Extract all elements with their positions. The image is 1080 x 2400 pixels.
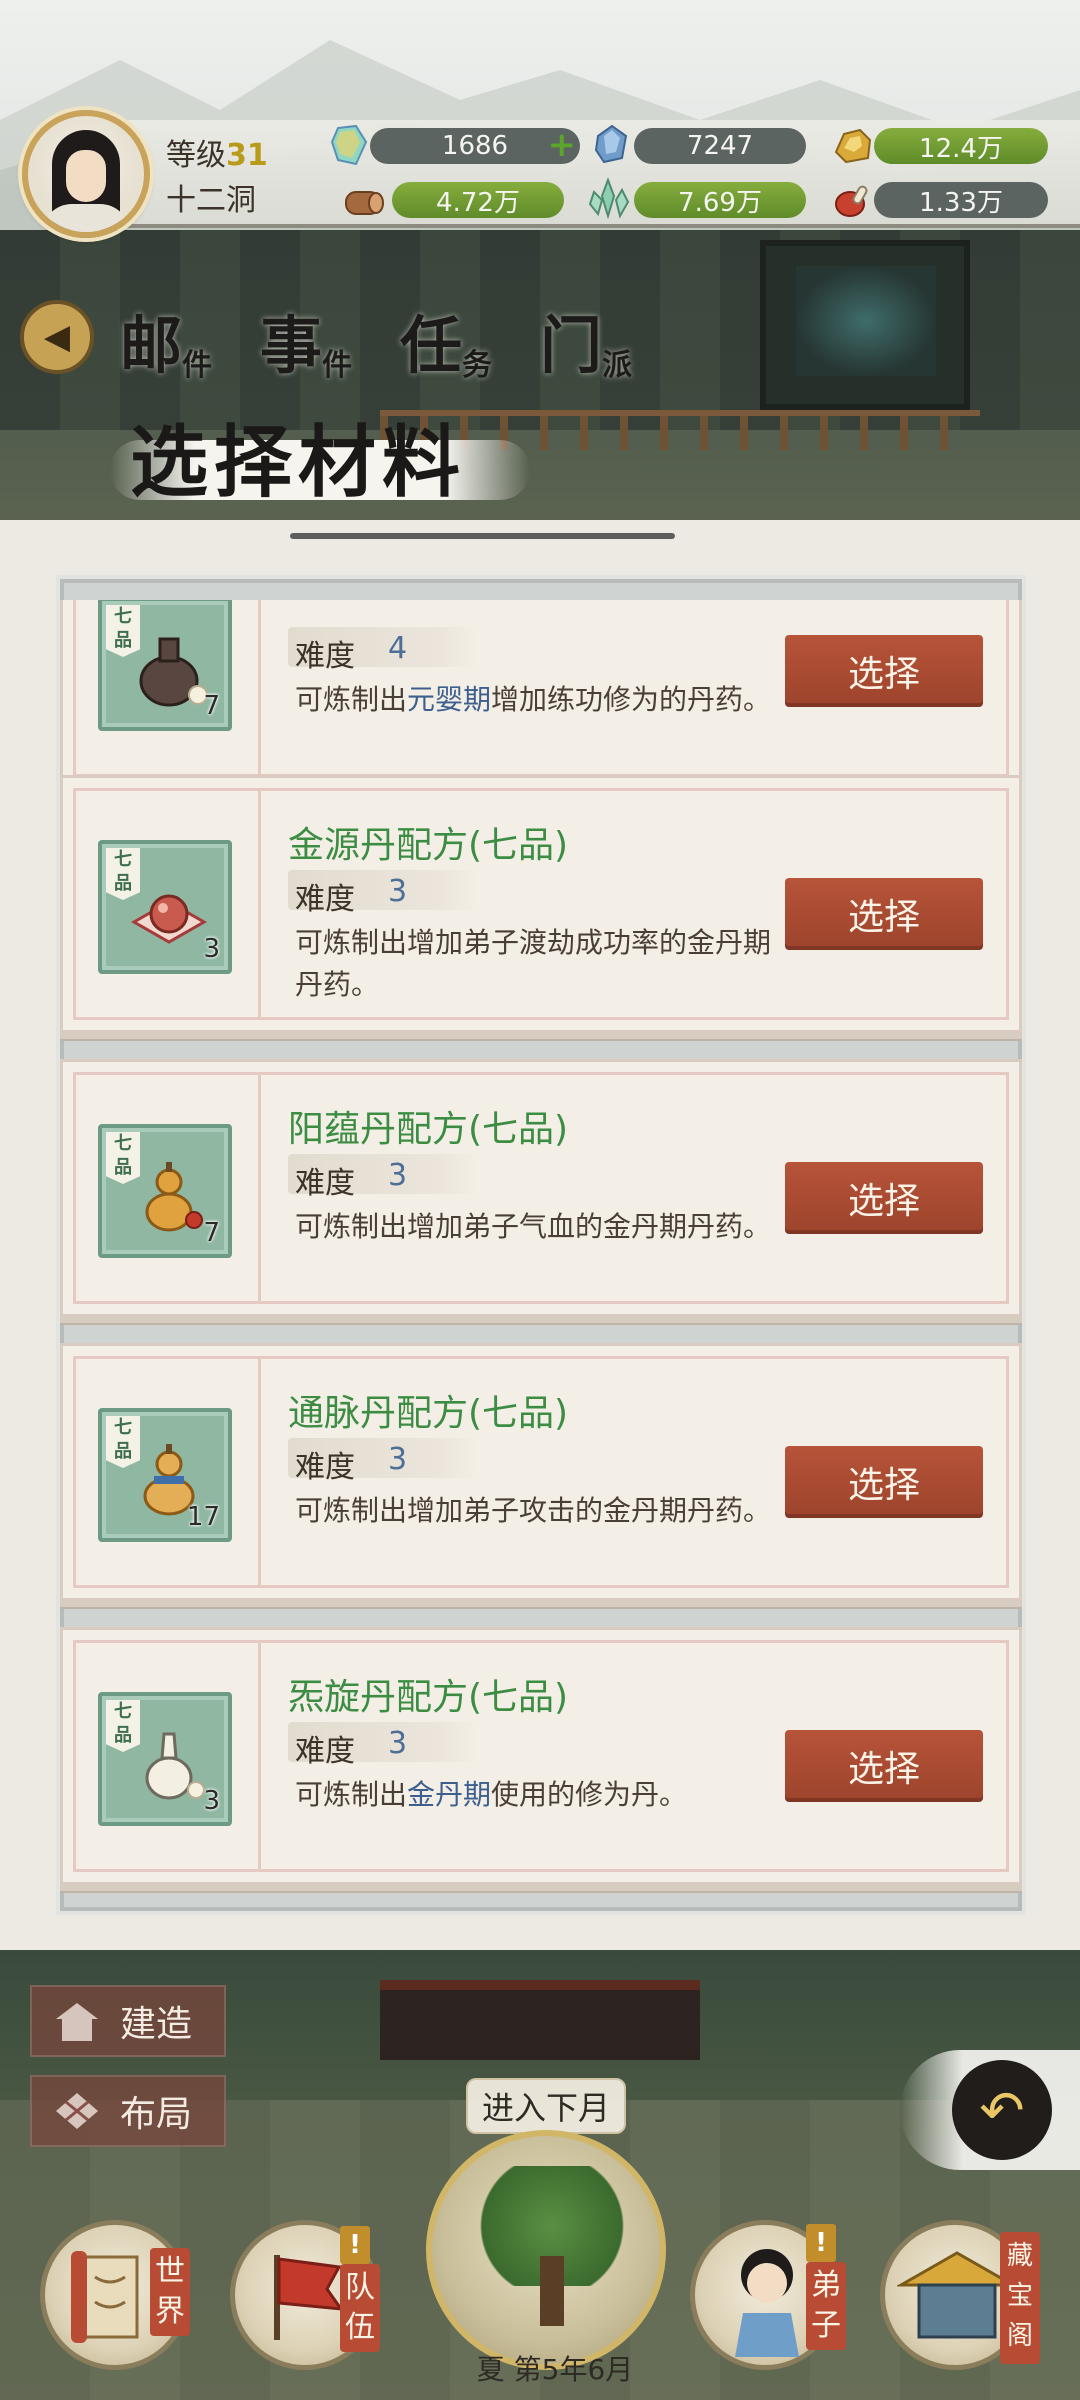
- recipe-description: 可炼制出增加弟子气血的金丹期丹药。: [295, 1210, 772, 1243]
- dark-vase-icon: [139, 637, 208, 707]
- date-display: 夏 第5年6月: [440, 2348, 670, 2392]
- level-value: 31: [226, 138, 268, 173]
- gold-ore-counter: 12.4万: [874, 128, 1048, 164]
- item-count: 17: [186, 1502, 220, 1532]
- herb-crystal-counter: 7.69万: [634, 182, 806, 218]
- team-alert-icon: !: [340, 2226, 370, 2264]
- layout-button[interactable]: 布局: [30, 2075, 226, 2147]
- item-count: 3: [203, 934, 220, 964]
- player-avatar[interactable]: [22, 110, 150, 238]
- select-button[interactable]: 选择: [785, 878, 983, 950]
- select-button[interactable]: 选择: [785, 1162, 983, 1234]
- recipe-card: 七品 17 通脉丹配方(七品) 难度 3 可炼制出增加弟子攻击的金丹期丹药。 选…: [60, 1343, 1022, 1601]
- difficulty-value: 3: [388, 1726, 408, 1761]
- tab-mail[interactable]: 邮件: [120, 290, 216, 386]
- select-button[interactable]: 选择: [785, 1730, 983, 1802]
- recipe-item-slot[interactable]: 七品 3: [98, 840, 232, 974]
- recipe-card: 七品 3 炁旋丹配方(七品) 难度 3 可炼制出金丹期使用的修为丹。 选择: [60, 1627, 1022, 1885]
- add-spirit-stone-button[interactable]: +: [548, 128, 577, 162]
- wood-log-icon: [345, 191, 384, 215]
- item-count: 7: [203, 691, 220, 721]
- spirit-stone-counter: 1686 +: [370, 128, 580, 164]
- left-arrow-icon: ◀: [43, 317, 71, 357]
- layout-tiles-icon: [56, 2093, 98, 2129]
- level-display: 等级31: [166, 138, 268, 173]
- recipe-list[interactable]: 七品 7 难度 4 可炼制出元婴期增加练功修为的丹药。 选择 七品 3 金源丹配…: [60, 600, 1022, 1910]
- recipe-card: 七品 7 阳蕴丹配方(七品) 难度 3 可炼制出增加弟子气血的金丹期丹药。 选择: [60, 1059, 1022, 1317]
- recipe-name: 阳蕴丹配方(七品): [288, 1109, 569, 1150]
- meat-counter: 1.33万: [874, 182, 1048, 218]
- difficulty-label: 难度: [295, 1450, 355, 1485]
- recipe-card: 七品 3 金源丹配方(七品) 难度 3 可炼制出增加弟子渡劫成功率的金丹期丹药。…: [60, 775, 1022, 1033]
- disciple-portrait-icon: [735, 2249, 799, 2357]
- difficulty-value: 3: [388, 1158, 408, 1193]
- date-value: 第5年6月: [513, 2353, 634, 2386]
- nav-team-label: 队伍: [340, 2264, 380, 2352]
- back-arrow-button[interactable]: ◀: [20, 300, 94, 374]
- difficulty-label: 难度: [295, 639, 355, 674]
- nav-treasury-label: 藏宝阁: [1000, 2232, 1040, 2364]
- difficulty-value: 3: [388, 1442, 408, 1477]
- difficulty-value: 3: [388, 874, 408, 909]
- difficulty-label: 难度: [295, 1166, 355, 1201]
- difficulty-label: 难度: [295, 882, 355, 917]
- herb-crystal-icon: [588, 177, 630, 220]
- gold-ore-icon: [834, 128, 872, 164]
- tab-tasks[interactable]: 任务: [400, 290, 496, 386]
- pavilion-icon: [897, 2251, 1017, 2339]
- recipe-item-slot[interactable]: 七品 3: [98, 1692, 232, 1826]
- return-arrow-icon: ↶: [952, 2060, 1052, 2160]
- difficulty-label: 难度: [295, 1734, 355, 1769]
- recipe-description: 可炼制出元婴期增加练功修为的丹药。: [295, 683, 772, 716]
- recipe-description: 可炼制出增加弟子渡劫成功率的金丹期丹药。: [295, 926, 772, 1001]
- blue-crystal-icon: [594, 124, 628, 164]
- rainbow-crystal-icon: [330, 124, 368, 166]
- recipe-item-slot[interactable]: 七品 17: [98, 1408, 232, 1542]
- white-vase-icon: [145, 1732, 205, 1800]
- panel-title: 选择材料: [130, 417, 467, 508]
- red-pill-icon: [130, 894, 208, 944]
- recipe-name: 炁旋丹配方(七品): [288, 1677, 569, 1718]
- recipe-name: 金源丹配方(七品): [288, 825, 569, 866]
- select-button[interactable]: 选择: [785, 635, 983, 707]
- recipe-description: 可炼制出金丹期使用的修为丹。: [295, 1778, 688, 1811]
- nav-world-label: 世界: [150, 2248, 190, 2336]
- meat-icon: [835, 185, 868, 217]
- recipe-card: 七品 7 难度 4 可炼制出元婴期增加练功修为的丹药。 选择: [60, 600, 1022, 790]
- select-button[interactable]: 选择: [785, 1446, 983, 1518]
- title-underline: [290, 533, 675, 539]
- blue-crystal-counter: 7247: [634, 128, 806, 164]
- gourd-icon: [145, 1162, 203, 1232]
- build-button[interactable]: 建造: [30, 1985, 226, 2057]
- season-tree-button[interactable]: [426, 2130, 666, 2370]
- recipe-item-slot[interactable]: 七品 7: [98, 600, 232, 731]
- next-month-button[interactable]: 进入下月: [466, 2078, 626, 2134]
- tab-events[interactable]: 事件: [260, 290, 356, 386]
- return-button[interactable]: ↶: [900, 2050, 1080, 2170]
- disciples-alert-icon: !: [806, 2224, 836, 2262]
- nav-disciples-label: 弟子: [806, 2262, 846, 2350]
- tab-sect[interactable]: 门派: [540, 290, 636, 386]
- scroll-map-icon: [71, 2251, 139, 2343]
- item-count: 3: [203, 1786, 220, 1816]
- season-label: 夏: [476, 2353, 505, 2386]
- recipe-item-slot[interactable]: 七品 7: [98, 1124, 232, 1258]
- difficulty-value: 4: [388, 631, 408, 666]
- house-icon: [56, 2003, 98, 2041]
- recipe-description: 可炼制出增加弟子攻击的金丹期丹药。: [295, 1494, 772, 1527]
- item-count: 7: [203, 1218, 220, 1248]
- sect-name: 十二洞: [166, 183, 256, 218]
- recipe-name: 通脉丹配方(七品): [288, 1393, 569, 1434]
- wood-counter: 4.72万: [392, 182, 564, 218]
- status-bar: 等级31 十二洞 1686 + 7247 12.4万 4.72万 7.69万 1…: [0, 110, 1080, 238]
